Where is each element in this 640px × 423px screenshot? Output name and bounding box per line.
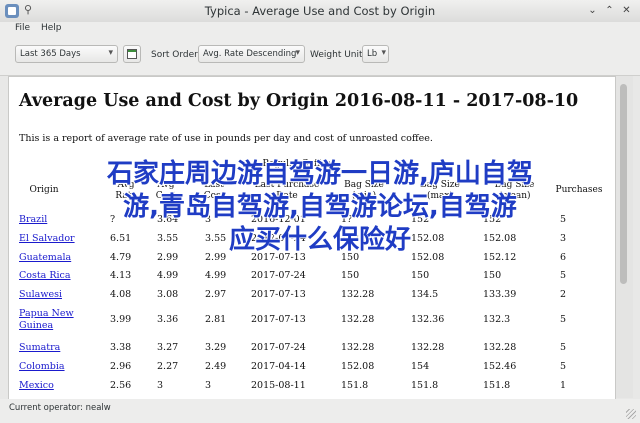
cell-date: 2017-07-13 xyxy=(251,289,306,300)
cell-date: 2017-04-14 xyxy=(251,361,306,372)
origin-link[interactable]: Sumatra xyxy=(19,342,60,354)
status-text: Current operator: nealw xyxy=(9,403,111,413)
cell-max: 154 xyxy=(411,361,430,372)
weight-unit-value: Lb xyxy=(367,49,378,59)
cell-rate: 3.99 xyxy=(110,314,132,325)
cell-max: 151.8 xyxy=(411,380,439,391)
overlay-line-2: 游,青岛自驾游,自驾游论坛,自驾游 xyxy=(123,192,517,222)
cell-min: 132.28 xyxy=(341,289,375,300)
overlay-line-3: 应买什么保险好 xyxy=(228,225,411,255)
cell-max: 150 xyxy=(411,270,430,281)
cell-purchases: 5 xyxy=(560,361,567,372)
cell-max: 132.36 xyxy=(411,314,445,325)
cell-mean: 132.3 xyxy=(483,314,511,325)
cell-date: 2017-07-24 xyxy=(251,270,306,281)
cell-last-cost: 2.81 xyxy=(205,314,227,325)
sort-order-label: Sort Order: xyxy=(151,50,201,60)
cell-last-cost: 3.29 xyxy=(205,342,227,353)
cell-min: 132.28 xyxy=(341,314,375,325)
origin-link[interactable]: Mexico xyxy=(19,380,54,392)
cell-mean: 152.46 xyxy=(483,361,517,372)
origin-link[interactable]: Colombia xyxy=(19,361,65,373)
menu-help[interactable]: Help xyxy=(41,23,62,33)
chevron-down-icon: ▾ xyxy=(108,48,113,58)
cell-rate: 3.38 xyxy=(110,342,132,353)
window-title: Typica - Average Use and Cost by Origin xyxy=(204,4,436,18)
cell-max: 132.28 xyxy=(411,342,445,353)
cell-mean: 151.8 xyxy=(483,380,511,391)
cell-last-cost: 2.49 xyxy=(205,361,227,372)
cell-mean: 132.28 xyxy=(483,342,517,353)
menu-file[interactable]: File xyxy=(15,23,30,33)
cell-rate: 2.96 xyxy=(110,361,132,372)
cell-mean: 133.39 xyxy=(483,289,517,300)
cell-rate: 4.08 xyxy=(110,289,132,300)
cell-last-cost: 2.97 xyxy=(205,289,227,300)
cell-last-cost: 3 xyxy=(205,380,212,391)
toolbar: Last 365 Days ▾ Sort Order: Avg. Rate De… xyxy=(0,37,640,76)
cell-avg-cost: 3.27 xyxy=(157,342,179,353)
cell-purchases: 5 xyxy=(560,342,567,353)
overlay-line-1: 石家庄周边游自驾游一日游,庐山自驾 xyxy=(107,159,533,189)
resize-grip-icon[interactable] xyxy=(626,409,636,419)
sort-order-select[interactable]: Avg. Rate Descending ▾ xyxy=(198,45,305,63)
cell-purchases: 5 xyxy=(560,314,567,325)
cell-min: 132.28 xyxy=(341,342,375,353)
origin-link[interactable]: Papua New Guinea xyxy=(19,308,74,332)
cell-avg-cost: 3.08 xyxy=(157,289,179,300)
origin-link[interactable]: Sulawesi xyxy=(19,289,62,301)
date-range-value: Last 365 Days xyxy=(20,49,81,59)
cell-rate: 2.56 xyxy=(110,380,132,391)
chevron-down-icon: ▾ xyxy=(381,48,386,58)
cell-max: 134.5 xyxy=(411,289,439,300)
chevron-down-icon: ▾ xyxy=(295,48,300,58)
cell-avg-cost: 4.99 xyxy=(157,270,179,281)
cell-avg-cost: 3 xyxy=(157,380,164,391)
cell-date: 2015-08-11 xyxy=(251,380,306,391)
cell-avg-cost: 2.27 xyxy=(157,361,179,372)
date-range-select[interactable]: Last 365 Days ▾ xyxy=(15,45,118,63)
close-icon[interactable]: ✕ xyxy=(620,4,633,17)
cell-purchases: 1 xyxy=(560,380,567,391)
cell-rate: 4.13 xyxy=(110,270,132,281)
cell-purchases: 2 xyxy=(560,289,567,300)
status-bar: Current operator: nealw xyxy=(0,399,640,423)
menu-bar: File Help xyxy=(0,22,640,37)
title-bar: ⚲ Typica - Average Use and Cost by Origi… xyxy=(0,0,640,23)
cell-date: 2017-07-24 xyxy=(251,342,306,353)
cell-avg-cost: 3.36 xyxy=(157,314,179,325)
cell-min: 150 xyxy=(341,270,360,281)
sort-order-value: Avg. Rate Descending xyxy=(203,49,297,59)
cell-min: 152.08 xyxy=(341,361,375,372)
cell-min: 151.8 xyxy=(341,380,369,391)
origin-link[interactable]: Costa Rica xyxy=(19,270,71,282)
cell-date: 2017-07-13 xyxy=(251,314,306,325)
cell-last-cost: 4.99 xyxy=(205,270,227,281)
cell-purchases: 5 xyxy=(560,270,567,281)
weight-unit-label: Weight Unit: xyxy=(310,50,366,60)
calendar-icon xyxy=(127,49,137,59)
report-title: Average Use and Cost by Origin 2016-08-1… xyxy=(19,91,579,111)
calendar-button[interactable] xyxy=(123,45,141,63)
cell-mean: 150 xyxy=(483,270,502,281)
minimize-icon[interactable]: ⌄ xyxy=(586,4,599,17)
report-subtitle: This is a report of average rate of use … xyxy=(19,133,433,144)
weight-unit-select[interactable]: Lb ▾ xyxy=(362,45,389,63)
maximize-icon[interactable]: ⌃ xyxy=(603,4,616,17)
watermark-overlay-text: 石家庄周边游自驾游一日游,庐山自驾 游,青岛自驾游,自驾游论坛,自驾游 应买什么… xyxy=(0,158,640,257)
